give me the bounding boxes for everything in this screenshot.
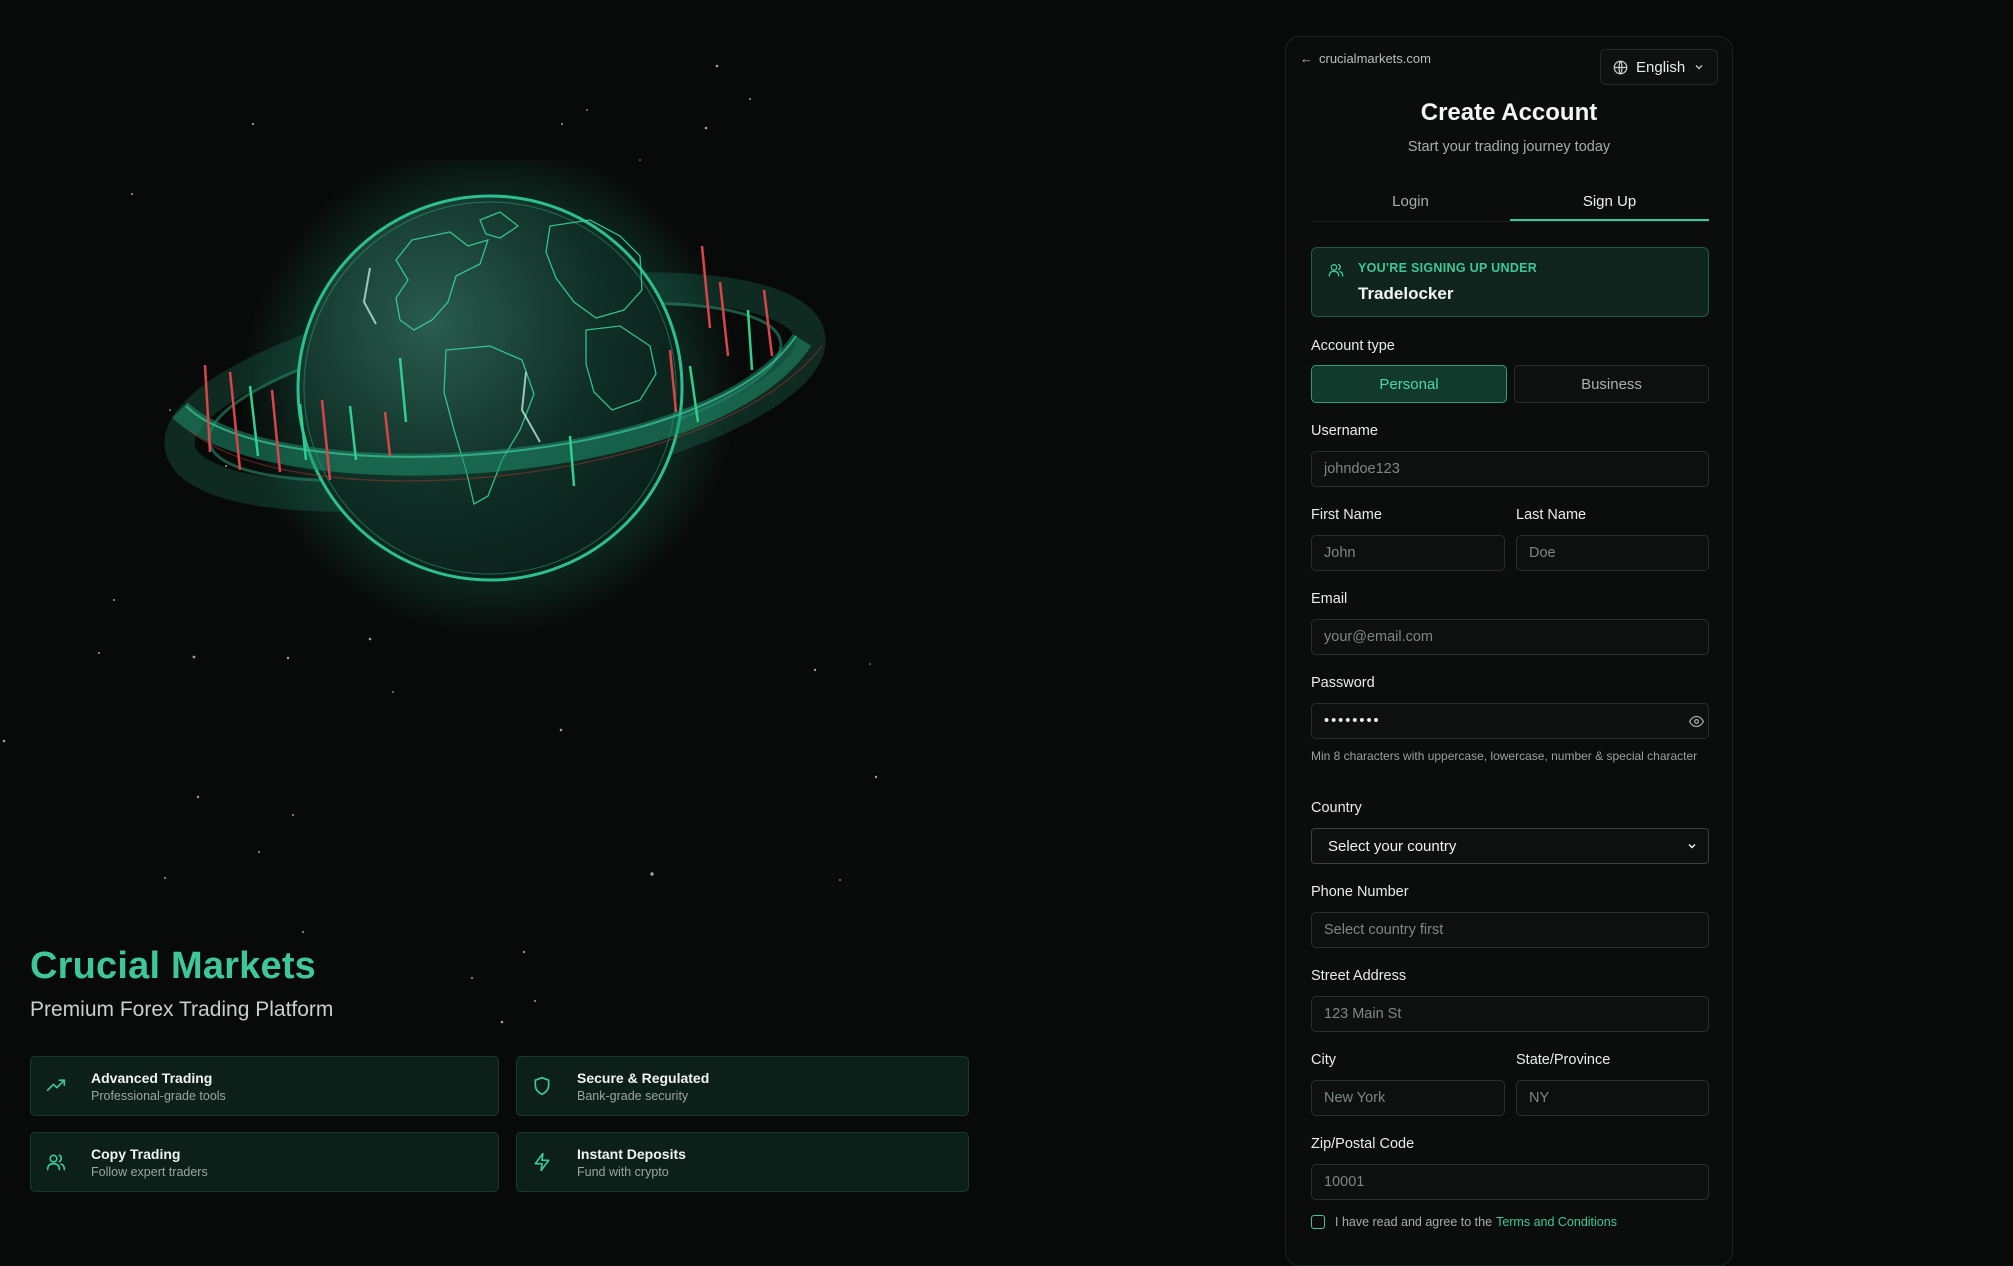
phone-label: Phone Number [1311,884,1409,900]
username-input[interactable] [1311,451,1709,487]
feature-card-instant-deposits: Instant Deposits Fund with crypto [516,1132,969,1192]
username-label: Username [1311,423,1378,439]
back-link-label: crucialmarkets.com [1319,51,1431,66]
account-type-business-button[interactable]: Business [1514,365,1709,403]
language-selector[interactable]: English [1600,49,1718,85]
terms-checkbox[interactable] [1311,1215,1325,1229]
first-name-label: First Name [1311,507,1382,523]
feature-title: Copy Trading [91,1145,181,1162]
account-type-personal-button[interactable]: Personal [1311,365,1507,403]
globe-icon [1613,60,1628,75]
state-input[interactable] [1516,1080,1709,1116]
account-type-label: Account type [1311,338,1395,354]
lightning-icon [531,1151,553,1173]
terms-row: I have read and agree to the Terms and C… [1311,1215,1617,1229]
signup-panel: ← crucialmarkets.com English Create Acco… [1285,36,1733,1266]
street-address-input[interactable] [1311,996,1709,1032]
chevron-down-icon [1686,840,1698,852]
password-label: Password [1311,675,1375,691]
password-input[interactable] [1311,703,1709,739]
email-label: Email [1311,591,1348,607]
first-name-input[interactable] [1311,535,1505,571]
terms-text: I have read and agree to the [1335,1215,1493,1229]
arrow-left-icon: ← [1300,51,1313,66]
language-label: English [1636,58,1686,76]
feature-card-secure-regulated: Secure & Regulated Bank-grade security [516,1056,969,1116]
feature-card-copy-trading: Copy Trading Follow expert traders [30,1132,499,1192]
feature-subtitle: Bank-grade security [577,1088,689,1103]
feature-title: Instant Deposits [577,1145,686,1162]
street-address-label: Street Address [1311,968,1407,984]
city-input[interactable] [1311,1080,1505,1116]
globe-illustration [164,160,826,638]
state-label: State/Province [1516,1052,1611,1068]
brand-block: Crucial Markets Premium Forex Trading Pl… [30,945,333,1022]
tab-login[interactable]: Login [1311,185,1510,221]
zip-input[interactable] [1311,1164,1709,1200]
feature-title: Secure & Regulated [577,1069,710,1086]
page-subtitle: Start your trading journey today [1407,139,1611,155]
country-label: Country [1311,800,1362,816]
last-name-label: Last Name [1516,507,1587,523]
terms-link[interactable]: Terms and Conditions [1496,1215,1617,1229]
referral-value: Tradelocker [1358,284,1454,303]
auth-tabs: Login Sign Up [1311,185,1709,222]
eye-icon[interactable] [1689,714,1704,729]
feature-card-advanced-trading: Advanced Trading Professional-grade tool… [30,1056,499,1116]
country-select[interactable]: Select your country [1311,828,1709,864]
last-name-input[interactable] [1516,535,1709,571]
feature-subtitle: Fund with crypto [577,1164,669,1179]
feature-title: Advanced Trading [91,1069,213,1086]
zip-label: Zip/Postal Code [1311,1136,1415,1152]
brand-title: Crucial Markets [30,945,317,987]
phone-input[interactable] [1311,912,1709,948]
referral-label: YOU'RE SIGNING UP UNDER [1358,261,1538,275]
referral-notice: YOU'RE SIGNING UP UNDER Tradelocker [1311,247,1709,317]
chevron-down-icon [1693,61,1705,73]
brand-subtitle: Premium Forex Trading Platform [30,998,334,1021]
tab-signup[interactable]: Sign Up [1510,185,1709,221]
city-label: City [1311,1052,1336,1068]
password-hint: Min 8 characters with uppercase, lowerca… [1311,749,1698,763]
feature-grid: Advanced Trading Professional-grade tool… [30,1056,969,1192]
email-input[interactable] [1311,619,1709,655]
trending-up-icon [45,1075,67,1097]
feature-subtitle: Professional-grade tools [91,1088,226,1103]
feature-subtitle: Follow expert traders [91,1164,208,1179]
country-select-value: Select your country [1328,837,1457,855]
page-title: Create Account [1420,99,1598,126]
back-link[interactable]: ← crucialmarkets.com [1300,51,1431,66]
shield-icon [531,1075,553,1097]
users-icon [1328,262,1344,283]
users-icon [45,1151,67,1173]
